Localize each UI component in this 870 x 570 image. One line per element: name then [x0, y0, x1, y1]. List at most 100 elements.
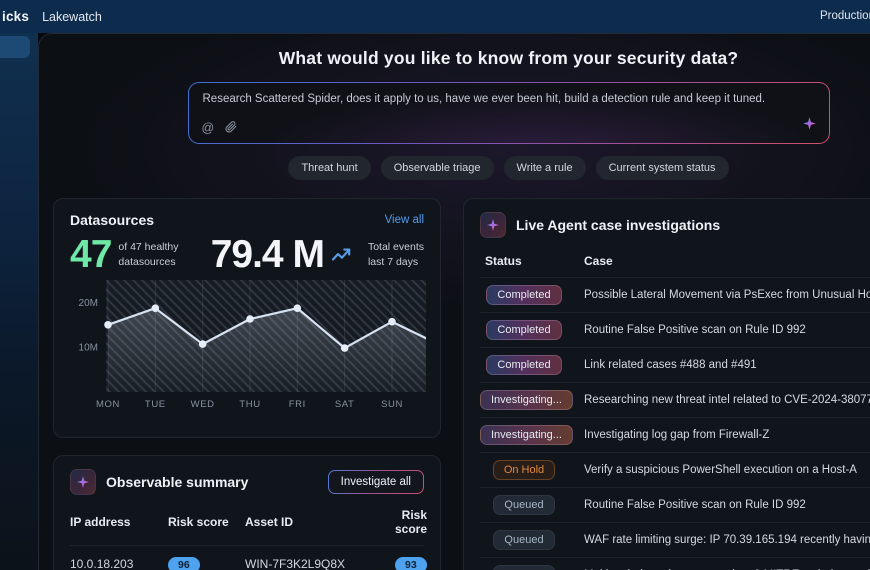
live-agent-header: Live Agent case investigations: [480, 212, 870, 238]
svg-text:MON: MON: [96, 399, 120, 410]
datasources-card: Datasources View all 47 of 47 healthy da…: [53, 198, 441, 438]
prompt-value: Research Scattered Spider, does it apply…: [203, 93, 815, 105]
status-badge: Queued: [493, 565, 554, 570]
mention-button[interactable]: @: [202, 122, 215, 135]
svg-text:FRI: FRI: [289, 399, 306, 410]
product-name: Lakewatch: [42, 10, 102, 24]
investigate-all-button[interactable]: Investigate all: [328, 470, 424, 494]
status-badge: On Hold: [493, 460, 555, 480]
case-title: Routine False Positive scan on Rule ID 9…: [584, 324, 870, 336]
case-row[interactable]: On Hold Verify a suspicious PowerShell e…: [480, 452, 870, 487]
case-row[interactable]: Completed Possible Lateral Movement via …: [480, 277, 870, 312]
datasources-title: Datasources: [70, 212, 154, 228]
prompt-toolbar: @: [202, 121, 238, 136]
datasources-stats: 47 of 47 healthy datasources 79.4 M: [70, 237, 424, 272]
case-title: Investigating log gap from Firewall-Z: [584, 429, 870, 441]
status-badge: Investigating...: [480, 390, 573, 410]
case-row[interactable]: Completed Routine False Positive scan on…: [480, 312, 870, 347]
live-agent-title: Live Agent case investigations: [516, 217, 720, 233]
submit-sparkle-button[interactable]: [802, 116, 817, 134]
ip-value: 10.0.18.203: [70, 557, 168, 570]
case-title: Routine False Positive scan on Rule ID 9…: [584, 499, 870, 511]
ip-risk-badge: 96: [168, 557, 200, 570]
suggestion-chip[interactable]: Observable triage: [381, 156, 494, 180]
observable-summary-card: Observable summary Investigate all IP ad…: [53, 455, 441, 570]
asset-risk-badge: 93: [395, 557, 427, 570]
cases-table: Status Case Completed Possible Lateral M…: [480, 248, 870, 570]
case-row[interactable]: Queued Routine False Positive scan on Ru…: [480, 487, 870, 522]
status-badge: Investigating...: [480, 425, 573, 445]
sidebar-item-selected[interactable]: [0, 36, 30, 58]
svg-text:SUN: SUN: [381, 399, 403, 410]
svg-text:THU: THU: [239, 399, 260, 410]
total-events-value: 79.4 M: [211, 237, 324, 272]
case-title: Verify a suspicious PowerShell execution…: [584, 464, 870, 476]
svg-text:10M: 10M: [79, 343, 98, 354]
datasources-header: Datasources View all: [70, 212, 424, 228]
right-column: Live Agent case investigations Status Ca…: [463, 198, 870, 570]
svg-text:WED: WED: [191, 399, 215, 410]
case-row[interactable]: Investigating... Researching new threat …: [480, 382, 870, 417]
status-badge: Queued: [493, 530, 554, 550]
trend-up-icon: [331, 246, 353, 264]
agent-sparkle-icon: [480, 212, 506, 238]
case-row[interactable]: Queued WAF rate limiting surge: IP 70.39…: [480, 522, 870, 557]
environment-selector[interactable]: Production: [820, 10, 870, 22]
col-risk-score-ip: Risk score: [168, 515, 245, 538]
case-title: Link related cases #488 and #491: [584, 359, 870, 371]
prompt-box-border: Research Scattered Spider, does it apply…: [188, 82, 830, 144]
suggestion-chip[interactable]: Threat hunt: [288, 156, 370, 180]
suggestion-chips: Threat hunt Observable triage Write a ru…: [39, 156, 870, 180]
case-rows: Completed Possible Lateral Movement via …: [480, 277, 870, 570]
observable-header: Observable summary Investigate all: [70, 469, 424, 495]
case-title: WAF rate limiting surge: IP 70.39.165.19…: [584, 534, 870, 546]
case-row[interactable]: Investigating... Investigating log gap f…: [480, 417, 870, 452]
viewport: icks Lakewatch Production What would you…: [0, 0, 870, 570]
observable-table: IP address Risk score Asset ID Risk scor…: [70, 508, 424, 570]
col-asset-id: Asset ID: [245, 515, 395, 538]
status-badge: Completed: [486, 285, 561, 305]
healthy-count: 47: [70, 237, 111, 272]
page-title: What would you like to know from your se…: [39, 48, 870, 69]
svg-text:TUE: TUE: [145, 399, 166, 410]
observable-row[interactable]: 10.0.18.203 96 WIN-7F3K2L9Q8X 93: [70, 545, 424, 570]
svg-text:20M: 20M: [79, 298, 98, 309]
top-bar: icks Lakewatch Production: [0, 0, 870, 33]
case-title: Researching new threat intel related to …: [584, 394, 870, 406]
total-events-stat: 79.4 M Total events last 7 days: [211, 237, 424, 272]
dashboard-grid: Datasources View all 47 of 47 healthy da…: [53, 198, 870, 570]
observable-table-header: IP address Risk score Asset ID Risk scor…: [70, 508, 424, 545]
cases-table-header: Status Case: [480, 248, 870, 277]
paperclip-icon: [225, 121, 237, 136]
app-window: icks Lakewatch Production What would you…: [0, 0, 870, 570]
col-status: Status: [480, 248, 568, 277]
view-all-link[interactable]: View all: [385, 214, 424, 226]
col-case: Case: [584, 248, 870, 277]
col-risk-score-asset: Risk score: [395, 508, 433, 545]
sparkle-icon: [802, 119, 817, 134]
suggestion-chip[interactable]: Current system status: [596, 156, 729, 180]
svg-text:SAT: SAT: [335, 399, 355, 410]
prompt-input[interactable]: Research Scattered Spider, does it apply…: [189, 83, 829, 143]
status-badge: Completed: [486, 320, 561, 340]
observable-rows: 10.0.18.203 96 WIN-7F3K2L9Q8X 93: [70, 545, 424, 570]
status-badge: Completed: [486, 355, 561, 375]
status-badge: Queued: [493, 495, 554, 515]
asset-value: WIN-7F3K2L9Q8X: [245, 557, 395, 570]
case-row[interactable]: Completed Link related cases #488 and #4…: [480, 347, 870, 382]
agent-sparkle-icon: [70, 469, 96, 495]
total-events-caption: Total events last 7 days: [368, 240, 424, 268]
healthy-caption: of 47 healthy datasources: [118, 240, 178, 268]
sidebar: [0, 33, 38, 570]
attach-button[interactable]: [225, 121, 237, 136]
live-agent-card: Live Agent case investigations Status Ca…: [463, 198, 870, 570]
left-column: Datasources View all 47 of 47 healthy da…: [53, 198, 441, 570]
events-chart: 10M 20M MON TUE WED THU FRI SAT SUN: [70, 280, 426, 412]
case-row[interactable]: Queued Multi-technique threat campaign: …: [480, 557, 870, 570]
main-panel: What would you like to know from your se…: [38, 33, 870, 570]
at-icon: @: [202, 122, 215, 135]
observable-title: Observable summary: [106, 474, 248, 490]
suggestion-chip[interactable]: Write a rule: [504, 156, 586, 180]
case-title: Possible Lateral Movement via PsExec fro…: [584, 289, 870, 301]
col-ip-address: IP address: [70, 515, 168, 538]
